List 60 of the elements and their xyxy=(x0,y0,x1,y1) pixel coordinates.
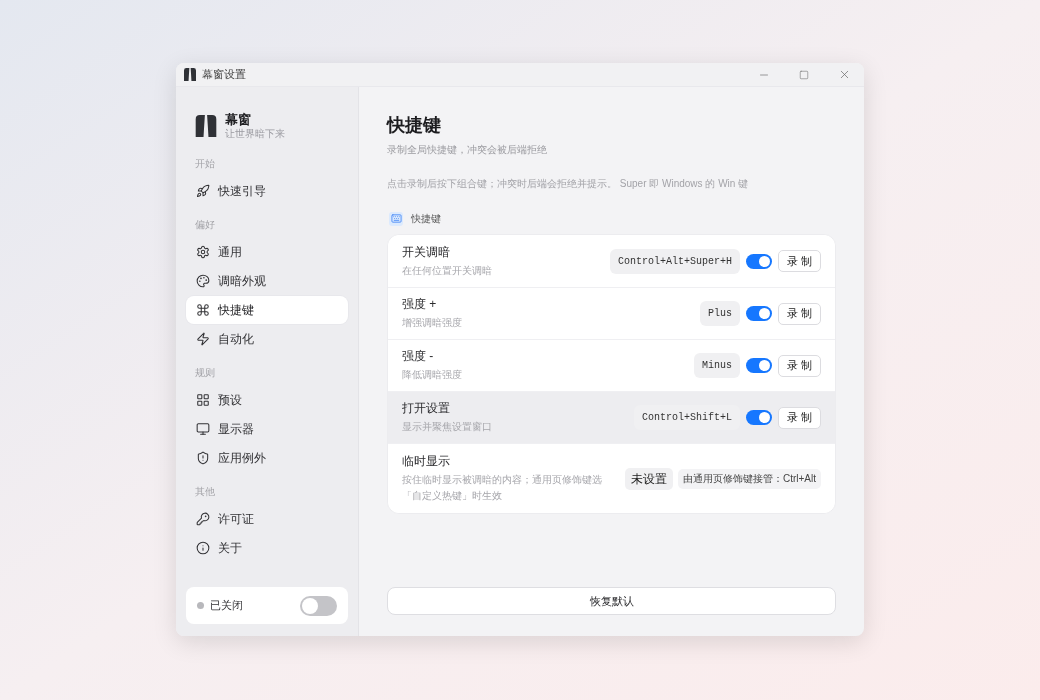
record-button[interactable]: 录 制 xyxy=(777,406,821,429)
sidebar-item[interactable]: 通用 xyxy=(186,238,348,266)
grid-icon xyxy=(196,393,210,407)
record-button[interactable]: 录 制 xyxy=(777,302,821,325)
page-subtitle: 录制全局快捷键，冲突会被后端拒绝 xyxy=(387,143,547,157)
section-label: 开始 xyxy=(194,157,215,171)
shortcut-keys: Control+Alt+Super+H xyxy=(609,248,740,274)
unset-shortcut-button[interactable]: 未设置 xyxy=(624,467,673,490)
section-label: 其他 xyxy=(194,485,215,499)
page-hint: 点击录制后按下组合键；冲突时后端会拒绝并提示。 Super 即 Windows 的 Win 键 xyxy=(387,177,749,191)
section-label: 偏好 xyxy=(194,218,215,232)
logo-icon xyxy=(195,115,217,137)
sidebar-item[interactable]: 调暗外观 xyxy=(186,267,348,295)
brand-name: 幕窗 xyxy=(225,112,252,127)
shortcut-title: 打开设置 xyxy=(402,400,450,416)
toggle-switch[interactable] xyxy=(745,410,772,425)
sidebar-item[interactable]: 快速引导 xyxy=(186,177,348,205)
gear-icon xyxy=(196,245,210,259)
shortcut-description: 降低调暗强度 xyxy=(402,368,462,382)
palette-icon xyxy=(196,274,210,288)
window-title: 幕窗设置 xyxy=(202,67,246,83)
section-label: 规则 xyxy=(194,366,215,380)
sidebar-item[interactable]: 许可证 xyxy=(186,505,348,533)
toggle-switch[interactable] xyxy=(300,595,337,616)
logo-icon xyxy=(184,68,196,81)
shortcut-keys: Plus xyxy=(699,301,740,326)
record-button[interactable]: 录 制 xyxy=(777,354,821,377)
shortcut-description: 按住临时显示被调暗的内容；通用页修饰键选「自定义热键」时生效 xyxy=(402,473,603,503)
brand-tagline: 让世界暗下来 xyxy=(225,127,285,140)
maximize-icon xyxy=(799,69,809,80)
shortcut-description: 在任何位置开关调暗 xyxy=(402,263,492,278)
toggle-switch[interactable] xyxy=(745,306,772,321)
group-label: 快捷键 xyxy=(411,212,441,226)
status-label: 已关闭 xyxy=(210,598,243,614)
keyboard-icon xyxy=(389,211,403,226)
sidebar-item[interactable]: 关于 xyxy=(186,534,348,562)
sidebar-item[interactable]: 预设 xyxy=(186,386,348,414)
reset-button[interactable]: 恢复默认 xyxy=(387,587,836,615)
lightning-icon xyxy=(196,332,210,346)
shield-icon xyxy=(196,451,210,465)
sidebar-item[interactable]: 显示器 xyxy=(186,415,348,443)
record-button[interactable]: 录 制 xyxy=(777,250,821,272)
rocket-icon xyxy=(196,184,210,198)
shortcut-description: 增强调暗强度 xyxy=(402,316,462,330)
shortcut-title: 开关调暗 xyxy=(402,243,450,260)
shortcut-title: 临时显示 xyxy=(402,453,450,469)
command-icon xyxy=(196,303,210,317)
shortcut-keys: Minus xyxy=(693,353,740,378)
key-icon xyxy=(196,512,210,526)
sidebar-item[interactable]: 快捷键 xyxy=(186,296,348,324)
toggle-switch[interactable] xyxy=(745,253,772,269)
monitor-icon xyxy=(196,422,210,436)
modifier-note: 由通用页修饰键接管：Ctrl+Alt xyxy=(677,468,821,489)
toggle-switch[interactable] xyxy=(745,358,772,373)
shortcut-title: 强度 - xyxy=(402,348,434,364)
info-icon xyxy=(196,541,210,555)
sidebar-item[interactable]: 应用例外 xyxy=(186,444,348,472)
sidebar-item[interactable]: 自动化 xyxy=(186,325,348,353)
shortcut-title: 强度 + xyxy=(402,296,437,312)
page-title: 快捷键 xyxy=(387,114,441,137)
